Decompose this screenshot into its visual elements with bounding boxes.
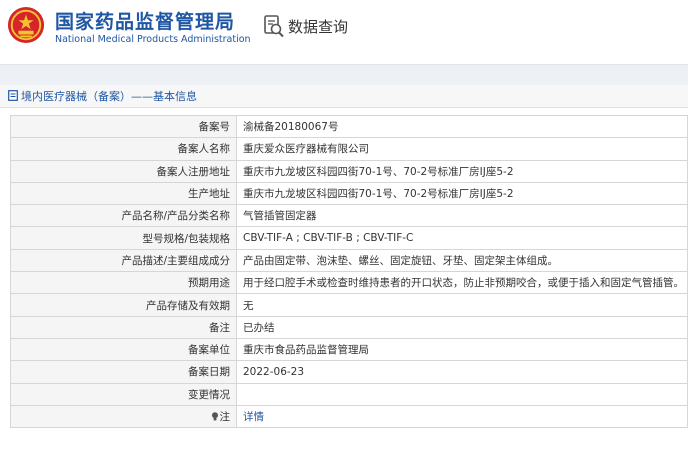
search-title: 数据查询 — [288, 18, 349, 36]
document-icon — [8, 90, 18, 101]
site-header: 国家药品监督管理局 National Medical Products Admi… — [0, 0, 688, 60]
national-emblem-icon — [7, 6, 45, 44]
field-label: 备案人名称 — [10, 137, 237, 161]
note-label-cell: 注 — [10, 404, 237, 429]
field-label: 备案日期 — [10, 360, 237, 384]
table-row: 生产地址 重庆市九龙坡区科园四街70-1号、70-2号标准厂房IJ座5-2 — [10, 181, 688, 206]
field-label: 型号规格/包装规格 — [10, 226, 237, 250]
field-value: 重庆市九龙坡区科园四街70-1号、70-2号标准厂房IJ座5-2 — [236, 181, 688, 206]
detail-table: 备案号 渝械备20180067号 备案人名称 重庆爱众医疗器械有限公司 备案人注… — [10, 114, 688, 429]
field-value: 产品由固定带、泡沫垫、螺丝、固定旋钮、牙垫、固定架主体组成。 — [236, 248, 688, 273]
table-row: 预期用途 用于经口腔手术或检查时维持患者的开口状态，防止非预期咬合，或便于插入和… — [10, 271, 688, 295]
field-label: 生产地址 — [10, 181, 237, 206]
field-label: 产品存储及有效期 — [10, 293, 237, 317]
table-row: 注 详情 — [10, 404, 688, 429]
lightbulb-icon — [211, 412, 218, 421]
field-value: 无 — [236, 293, 688, 317]
field-label: 注 — [219, 411, 231, 423]
field-label: 备案人注册地址 — [10, 159, 237, 183]
table-row: 备案号 渝械备20180067号 — [10, 114, 688, 139]
table-row: 备注 已办结 — [10, 315, 688, 339]
field-label: 产品描述/主要组成成分 — [10, 248, 237, 273]
table-row: 产品存储及有效期 无 — [10, 293, 688, 317]
field-value: 2022-06-23 — [236, 360, 688, 384]
field-label: 变更情况 — [10, 382, 237, 406]
field-value: CBV-TIF-A ; CBV-TIF-B ; CBV-TIF-C — [236, 226, 688, 250]
field-label: 产品名称/产品分类名称 — [10, 204, 237, 228]
field-label: 预期用途 — [10, 271, 237, 295]
table-row: 产品名称/产品分类名称 气管插管固定器 — [10, 204, 688, 228]
field-label: 备案号 — [10, 114, 237, 139]
field-value: 重庆市食品药品监督管理局 — [236, 337, 688, 362]
field-value: 用于经口腔手术或检查时维持患者的开口状态，防止非预期咬合，或便于插入和固定气管插… — [236, 271, 688, 295]
field-label: 备案单位 — [10, 337, 237, 362]
field-value: 重庆市九龙坡区科园四街70-1号、70-2号标准厂房IJ座5-2 — [236, 159, 688, 183]
details-link[interactable]: 详情 — [243, 411, 264, 423]
header-divider-band — [0, 64, 688, 85]
note-value-cell: 详情 — [236, 404, 688, 429]
table-row: 备案日期 2022-06-23 — [10, 360, 688, 384]
table-row: 变更情况 — [10, 382, 688, 406]
table-row: 备案人名称 重庆爱众医疗器械有限公司 — [10, 137, 688, 161]
breadcrumb: 境内医疗器械（备案）——基本信息 — [0, 85, 688, 108]
field-value — [236, 382, 688, 406]
brand-title-en: National Medical Products Administration — [55, 34, 251, 45]
field-value: 重庆爱众医疗器械有限公司 — [236, 137, 688, 161]
breadcrumb-text: 境内医疗器械（备案）——基本信息 — [21, 90, 197, 103]
field-value: 渝械备20180067号 — [236, 114, 688, 139]
field-value: 气管插管固定器 — [236, 204, 688, 228]
table-row: 产品描述/主要组成成分 产品由固定带、泡沫垫、螺丝、固定旋钮、牙垫、固定架主体组… — [10, 248, 688, 273]
brand-title-cn: 国家药品监督管理局 — [55, 11, 236, 33]
field-label: 备注 — [10, 315, 237, 339]
table-row: 备案人注册地址 重庆市九龙坡区科园四街70-1号、70-2号标准厂房IJ座5-2 — [10, 159, 688, 183]
field-value: 已办结 — [236, 315, 688, 339]
table-row: 备案单位 重庆市食品药品监督管理局 — [10, 337, 688, 362]
magnifier-document-icon — [264, 15, 284, 38]
table-row: 型号规格/包装规格 CBV-TIF-A ; CBV-TIF-B ; CBV-TI… — [10, 226, 688, 250]
